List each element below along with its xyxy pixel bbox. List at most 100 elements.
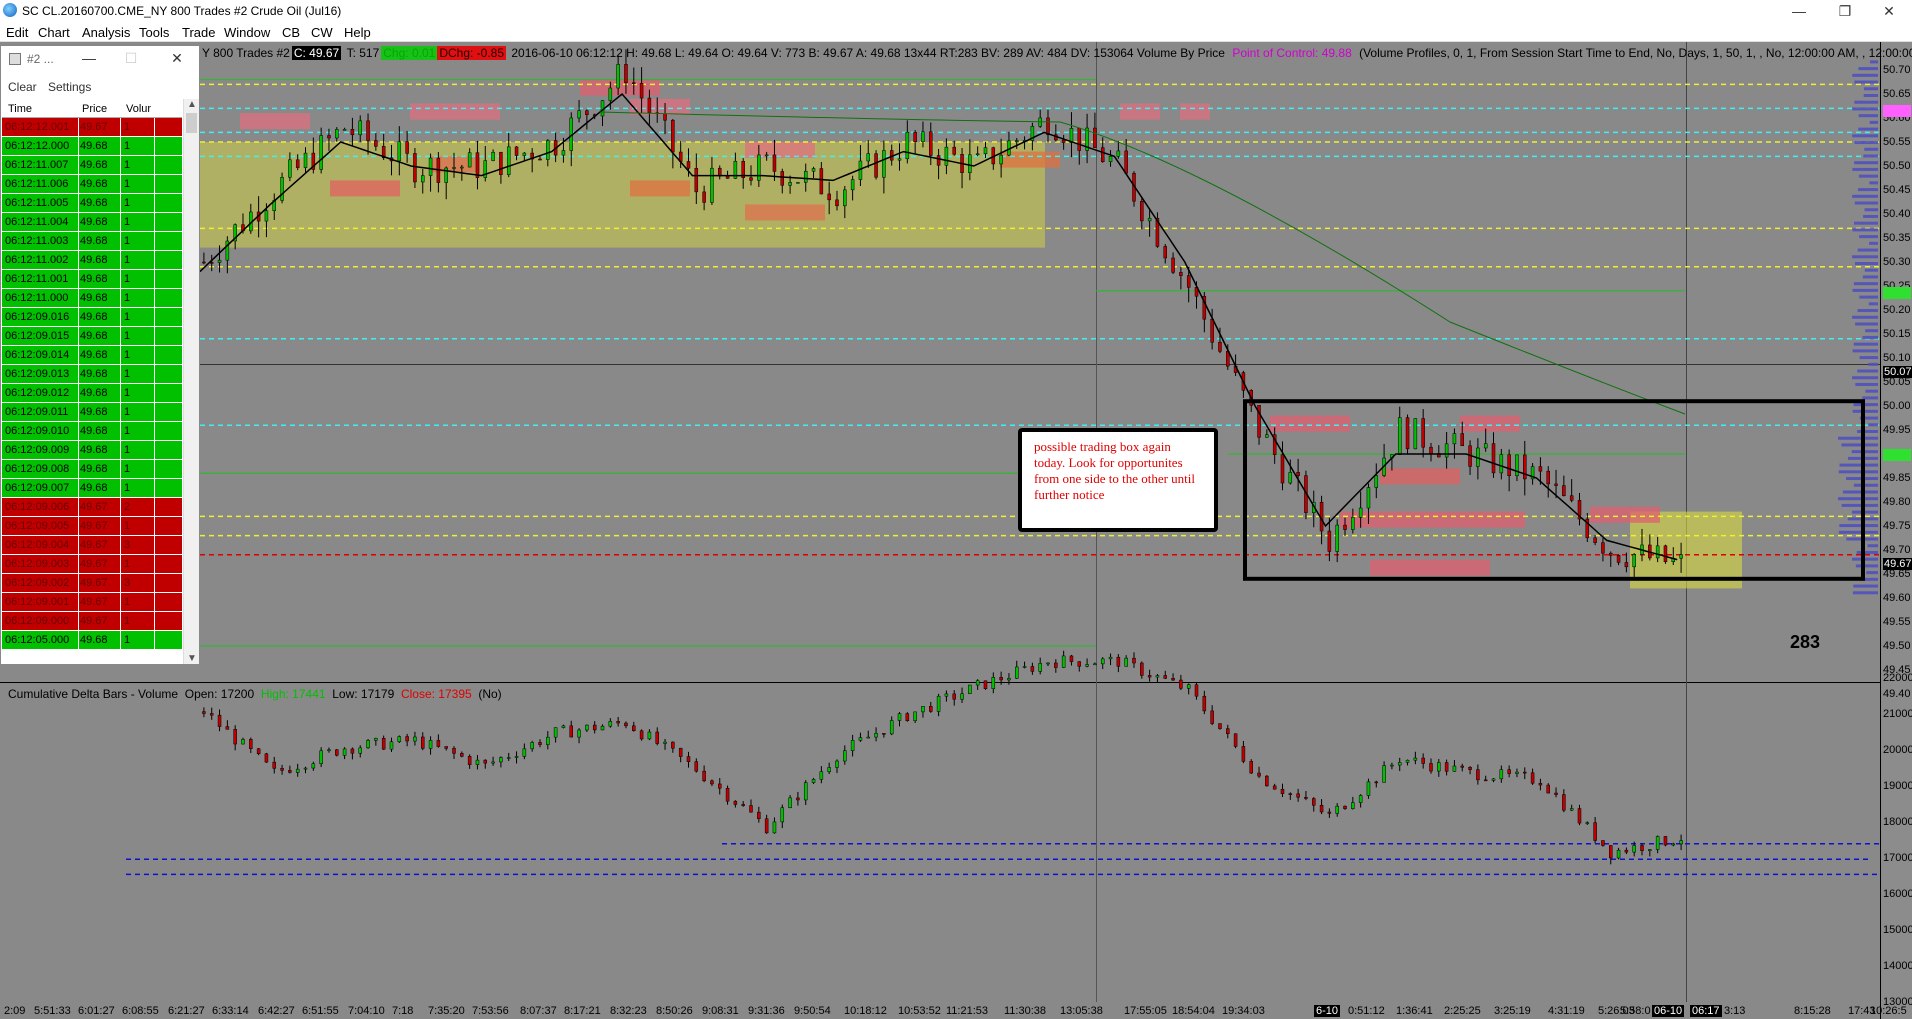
price-tick-label: 50.40 bbox=[1883, 208, 1911, 220]
price-candle bbox=[358, 120, 362, 136]
tns-price: 49.68 bbox=[80, 482, 108, 494]
volume-profile-bar bbox=[1868, 302, 1878, 306]
price-tick-label: 50.45 bbox=[1883, 184, 1911, 196]
clear-button[interactable]: Clear bbox=[8, 80, 37, 94]
price-tick-label: 50.30 bbox=[1883, 256, 1911, 268]
volume-profile-bar bbox=[1853, 282, 1878, 286]
volume-profile-bar bbox=[1857, 248, 1878, 252]
col-price[interactable]: Price bbox=[82, 103, 107, 115]
volume-profile-bar bbox=[1869, 120, 1878, 124]
menu-cw[interactable]: CW bbox=[311, 25, 333, 40]
delta-candle bbox=[858, 737, 863, 741]
delta-candle bbox=[1054, 662, 1058, 668]
price-candle bbox=[764, 154, 769, 157]
price-candle bbox=[1351, 517, 1355, 530]
price-candle bbox=[1179, 272, 1183, 276]
menu-edit[interactable]: Edit bbox=[6, 25, 28, 40]
menu-analysis[interactable]: Analysis bbox=[82, 25, 130, 40]
delta-candle bbox=[1147, 675, 1152, 678]
delta-candle bbox=[1663, 836, 1668, 846]
price-candle bbox=[725, 175, 730, 179]
tns-price: 49.68 bbox=[80, 292, 108, 304]
volume-profile-bar bbox=[1841, 443, 1878, 447]
price-candle bbox=[632, 82, 636, 85]
tns-time: 06:12:12.000 bbox=[5, 137, 79, 156]
tns-maximize-button[interactable]: ☐ bbox=[121, 49, 141, 67]
settings-button[interactable]: Settings bbox=[48, 80, 91, 94]
volume-profile-bar bbox=[1854, 221, 1878, 225]
tns-time: 06:12:11.002 bbox=[5, 251, 79, 270]
delta-candle bbox=[1452, 765, 1457, 772]
delta-candle bbox=[647, 731, 652, 740]
menu-help[interactable]: Help bbox=[344, 25, 371, 40]
tns-price: 49.68 bbox=[80, 349, 108, 361]
tns-header: Time Price Volur bbox=[2, 99, 182, 118]
annotation-note[interactable]: possible trading box again today. Look f… bbox=[1018, 428, 1218, 532]
price-candle bbox=[1061, 139, 1066, 143]
tns-time: 06:12:11.006 bbox=[5, 175, 79, 194]
volume-profile-bar bbox=[1864, 268, 1878, 272]
tns-row: 06:12:11.006 49.68 1 bbox=[2, 175, 182, 194]
time-tick-label: 2:25:25 bbox=[1444, 1005, 1481, 1017]
price-tick-label: 49.70 bbox=[1883, 544, 1911, 556]
tns-minimize-button[interactable]: — bbox=[79, 49, 99, 67]
price-candle bbox=[968, 154, 972, 173]
delta-candle bbox=[608, 721, 613, 727]
tns-volume: 1 bbox=[124, 235, 131, 247]
scroll-thumb[interactable] bbox=[186, 113, 197, 133]
tns-price: 49.68 bbox=[80, 273, 108, 285]
delta-study-name: Cumulative Delta Bars - Volume bbox=[8, 687, 179, 701]
tns-volume: 1 bbox=[124, 273, 131, 285]
col-time[interactable]: Time bbox=[8, 103, 32, 115]
price-candle bbox=[639, 83, 644, 99]
delta-candle bbox=[655, 731, 659, 744]
delta-candle bbox=[944, 693, 949, 697]
menu-chart[interactable]: Chart bbox=[38, 25, 70, 40]
time-tick-label: 8:07:37 bbox=[520, 1005, 557, 1017]
price-candle bbox=[663, 113, 667, 121]
price-candle bbox=[780, 171, 785, 186]
title-bar: SC CL.20160700.CME_NY 800 Trades #2 Crud… bbox=[0, 0, 1912, 22]
menu-cb[interactable]: CB bbox=[282, 25, 300, 40]
delta-candle bbox=[1413, 757, 1418, 761]
close-button[interactable]: ✕ bbox=[1866, 0, 1912, 22]
tns-time: 06:12:05.000 bbox=[5, 631, 79, 650]
col-volume[interactable]: Volur bbox=[126, 103, 151, 115]
price-candle bbox=[757, 154, 761, 181]
maximize-button[interactable]: ❐ bbox=[1822, 0, 1868, 22]
price-tick-label: 49.40 bbox=[1883, 688, 1911, 700]
price-candle bbox=[1429, 446, 1433, 454]
chart-area[interactable] bbox=[0, 42, 1912, 1019]
menu-window[interactable]: Window bbox=[224, 25, 270, 40]
price-candle bbox=[671, 119, 675, 153]
volume-profile-bar bbox=[1864, 208, 1878, 212]
menu-tools[interactable]: Tools bbox=[139, 25, 169, 40]
time-tick-label: 06-10 bbox=[1652, 1005, 1685, 1017]
price-chart[interactable] bbox=[0, 42, 1912, 1019]
price-candle bbox=[1421, 418, 1425, 448]
delta-candle bbox=[1640, 845, 1644, 851]
menu-trade[interactable]: Trade bbox=[182, 25, 215, 40]
volume-profile-bar bbox=[1868, 423, 1878, 427]
price-candle bbox=[882, 150, 886, 178]
price-candle bbox=[1624, 562, 1629, 568]
minimize-button[interactable]: — bbox=[1776, 0, 1822, 22]
volume-profile-bar bbox=[1869, 241, 1878, 245]
tns-close-button[interactable]: ✕ bbox=[167, 49, 187, 67]
time-tick-label: 7:04:10 bbox=[348, 1005, 385, 1017]
time-and-sales-window[interactable]: #2 ... — ☐ ✕ Clear Settings Time Price V… bbox=[0, 45, 200, 665]
tns-row: 06:12:09.016 49.68 1 bbox=[2, 308, 182, 327]
scroll-down-icon[interactable]: ▼ bbox=[187, 653, 197, 664]
price-tick-label: 50.65 bbox=[1883, 88, 1911, 100]
time-tick-label: 3:25:19 bbox=[1494, 1005, 1531, 1017]
volume-profile-bar bbox=[1863, 87, 1878, 91]
price-tick-label: 49.55 bbox=[1883, 616, 1911, 628]
volume-profile-bar bbox=[1852, 255, 1878, 259]
volume-profile-bar bbox=[1858, 174, 1878, 178]
price-candle bbox=[319, 135, 323, 170]
tns-time: 06:12:09.005 bbox=[5, 517, 79, 536]
time-tick-label: 7:53:56 bbox=[472, 1005, 509, 1017]
tns-scrollbar[interactable]: ▲ ▼ bbox=[183, 99, 199, 664]
scroll-up-icon[interactable]: ▲ bbox=[187, 99, 197, 110]
tns-time: 06:12:09.001 bbox=[5, 593, 79, 612]
